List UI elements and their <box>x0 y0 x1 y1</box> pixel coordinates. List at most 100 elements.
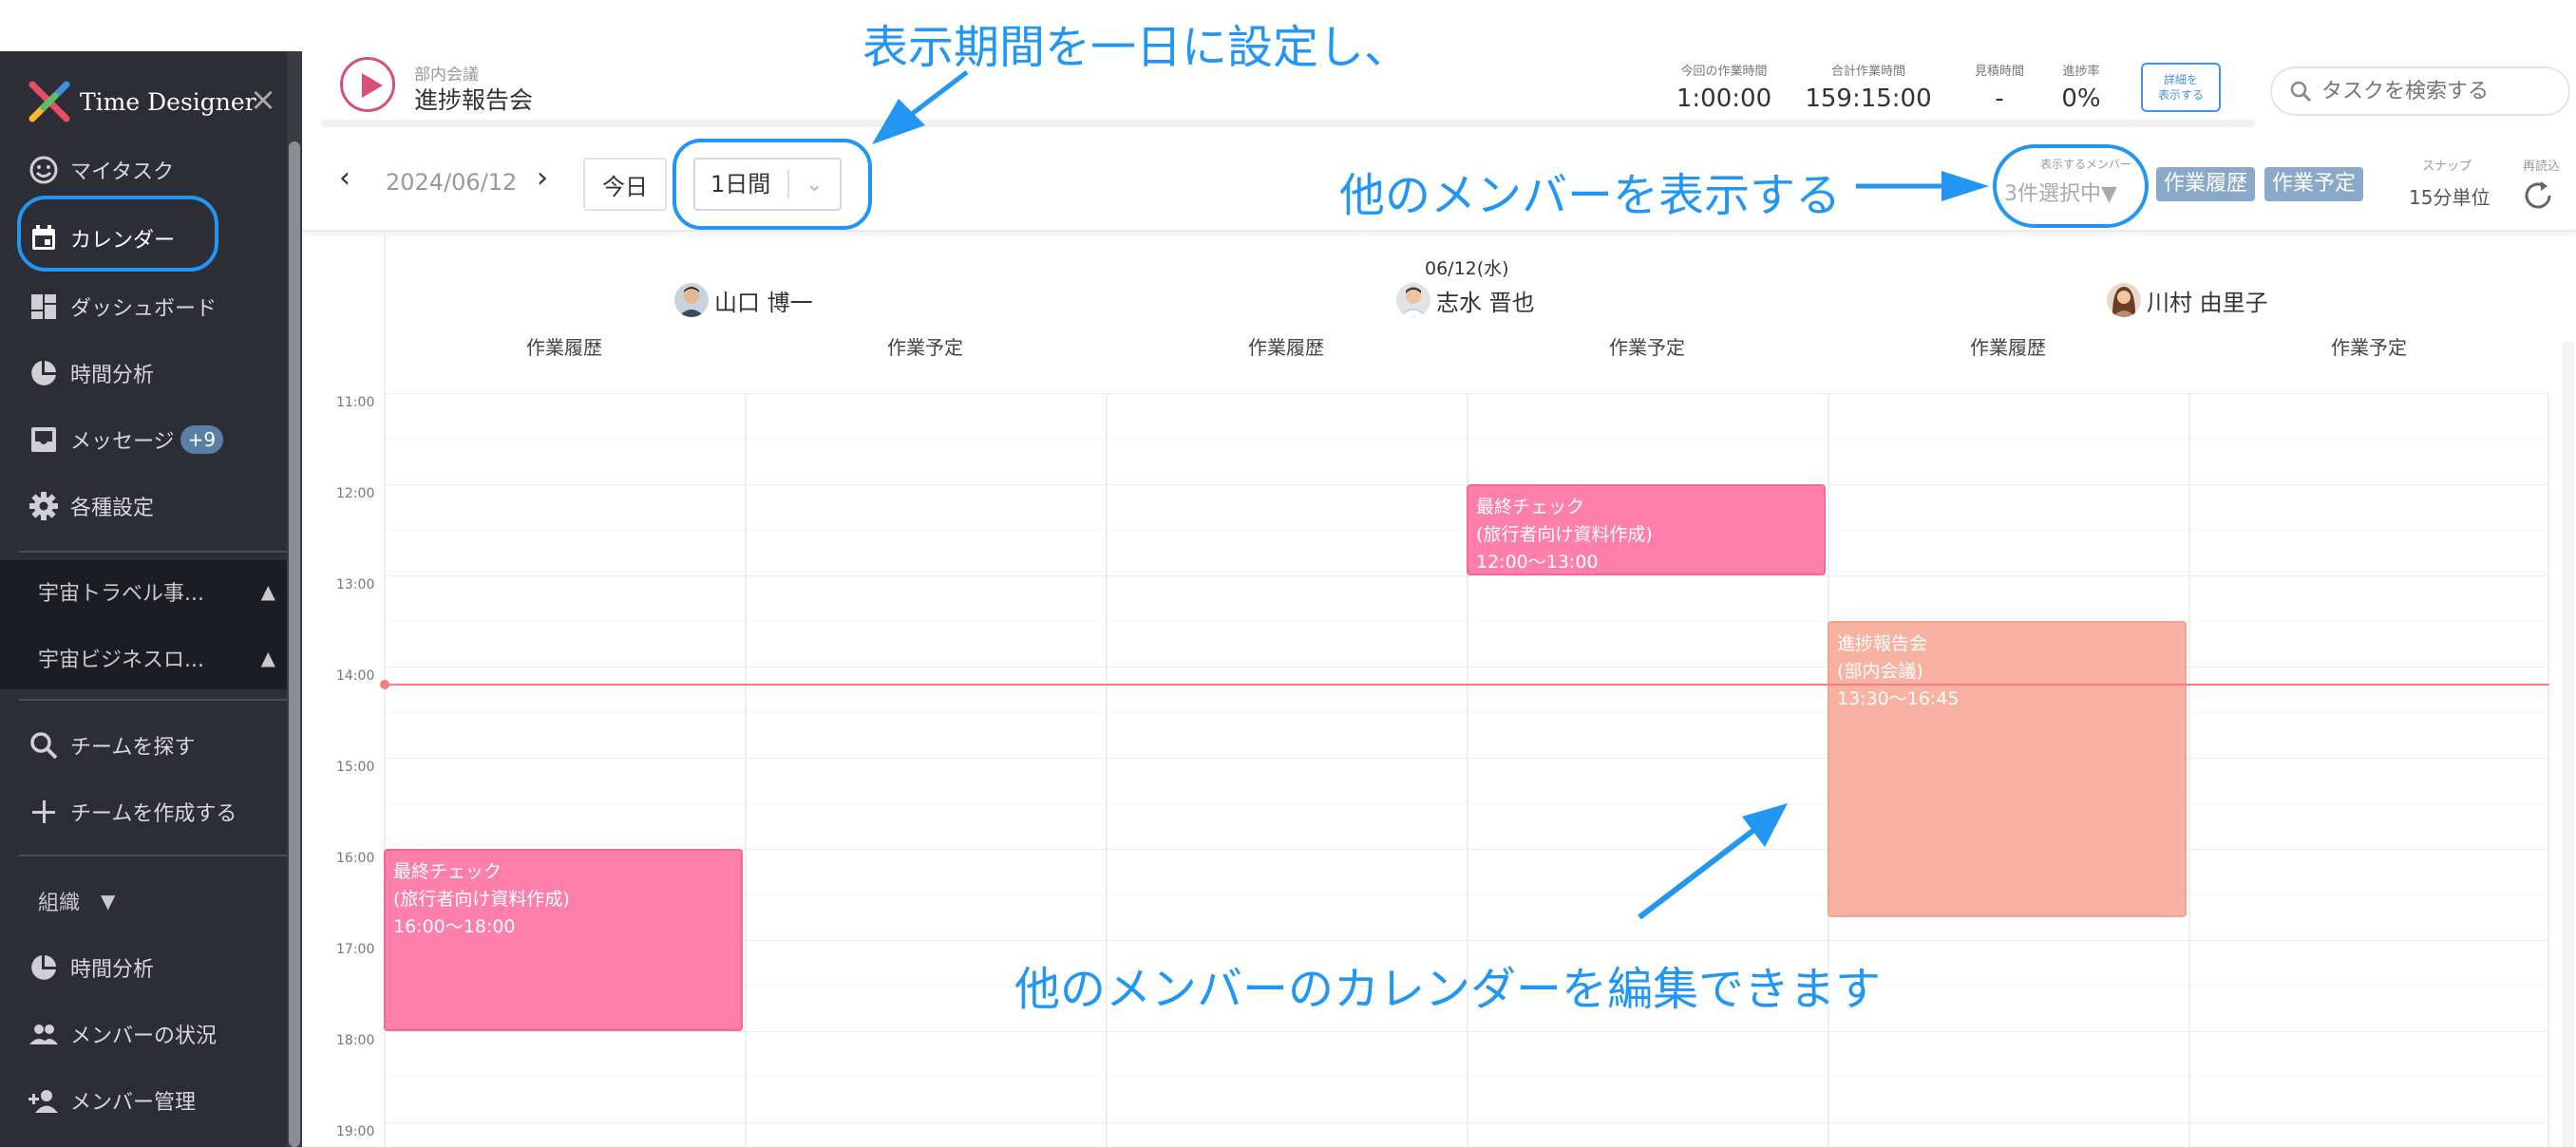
project-list: 宇宙トラベル事... ▲ 宇宙ビジネスロ... ▲ <box>0 560 287 689</box>
calendar-event[interactable]: 進捗報告会 (部内会議) 13:30〜16:45 <box>1828 621 2187 917</box>
column-divider <box>384 393 386 1147</box>
column-header-history: 作業履歴 <box>1970 336 2046 359</box>
sidebar-item-member-management[interactable]: メンバー管理 <box>27 1077 196 1124</box>
close-icon[interactable]: × <box>249 84 277 116</box>
event-title: 最終チェック <box>393 861 502 882</box>
sidebar-item-label: チームを作成する <box>70 802 237 826</box>
sidebar-item-member-status[interactable]: メンバーの状況 <box>27 1010 217 1058</box>
column-header-history: 作業履歴 <box>526 336 602 359</box>
sidebar-item-label: チームを探す <box>70 736 196 760</box>
sidebar-item-label: 各種設定 <box>70 497 155 520</box>
sidebar-project-1[interactable]: 宇宙トラベル事... ▲ <box>38 568 275 615</box>
member-name: 山口 博一 <box>714 289 813 316</box>
sidebar-item-messages[interactable]: メッセージ +9 <box>27 416 224 463</box>
annotation-members: 他のメンバーを表示する <box>1339 169 1842 222</box>
brand[interactable]: Time Designer <box>27 78 256 125</box>
member-header: 山口 博一 <box>674 281 813 319</box>
time-label: 17:00 <box>336 942 375 957</box>
sidebar-item-label: メッセージ <box>70 430 175 454</box>
chevron-up-icon[interactable]: ▲ <box>261 580 275 603</box>
event-title: 最終チェック <box>1476 497 1585 517</box>
event-project: (旅行者向け資料作成) <box>1476 524 1653 545</box>
stat-label: 合計作業時間 <box>1830 65 1905 79</box>
person-add-icon <box>27 1083 61 1118</box>
sidebar-scrollbar[interactable] <box>287 51 302 1147</box>
app-root: Time Designer × マイタスク カレンダー ダッシュボード 時間分析… <box>0 0 2576 1147</box>
dashboard-icon <box>27 290 61 324</box>
plus-icon <box>27 795 61 829</box>
sidebar-item-label: 時間分析 <box>70 958 155 982</box>
task-header: 部内会議 進捗報告会 今回の作業時間 1:00:00 合計作業時間 159:15… <box>302 51 2576 137</box>
task-progress-bar <box>321 120 2255 127</box>
toggle-work-plan[interactable]: 作業予定 <box>2264 167 2364 201</box>
annotation-period: 表示期間を一日に設定し、 <box>862 21 1411 74</box>
stat-value: 0% <box>2061 85 2101 113</box>
snap-select[interactable]: 15分単位 <box>2409 182 2490 210</box>
stat-value: 159:15:00 <box>1805 85 1932 113</box>
gear-icon <box>27 489 61 523</box>
show-details-button[interactable]: 詳細を 表示する <box>2141 63 2221 112</box>
task-search-box[interactable] <box>2270 66 2570 116</box>
sidebar-divider <box>19 551 287 553</box>
sidebar-item-my-tasks[interactable]: マイタスク <box>27 146 174 194</box>
sidebar-org-toggle[interactable]: 組織 ▼ <box>38 877 115 925</box>
project-label: 宇宙トラベル事... <box>38 582 204 606</box>
snap-label: スナップ <box>2422 160 2472 174</box>
stat-label: 進捗率 <box>2062 65 2100 79</box>
column-header-history: 作業履歴 <box>1248 336 1324 359</box>
column-divider <box>2188 393 2190 1147</box>
inbox-icon <box>27 423 61 457</box>
annotation-edit: 他のメンバーのカレンダーを編集できます <box>1014 963 1882 1016</box>
chevron-down-icon: ▼ <box>101 890 116 912</box>
event-time: 12:00〜13:00 <box>1476 552 1599 573</box>
toggle-work-history[interactable]: 作業履歴 <box>2156 167 2256 201</box>
calendar-scrollbar[interactable] <box>2563 342 2574 1147</box>
play-button[interactable] <box>340 57 395 112</box>
time-label: 18:00 <box>336 1033 375 1048</box>
current-date[interactable]: 2024/06/12 <box>386 169 517 196</box>
sidebar-item-settings[interactable]: 各種設定 <box>27 482 154 530</box>
time-label: 14:00 <box>336 668 375 684</box>
member-header: 志水 晋也 <box>1396 281 1535 319</box>
detail-button-line: 詳細を <box>2163 73 2198 86</box>
annotation-highlight-calendar <box>17 196 218 272</box>
today-button[interactable]: 今日 <box>583 158 667 211</box>
smiley-icon <box>27 153 61 187</box>
stat-total-time: 合計作業時間 159:15:00 <box>1788 61 1949 113</box>
sidebar-item-dashboard[interactable]: ダッシュボード <box>27 283 217 330</box>
reload-icon[interactable] <box>2521 179 2555 213</box>
task-search-input[interactable] <box>2321 79 2549 103</box>
column-header-plan: 作業予定 <box>2331 336 2407 359</box>
sidebar-item-time-analysis[interactable]: 時間分析 <box>27 349 154 397</box>
current-time-line <box>384 684 2549 686</box>
project-label: 宇宙ビジネスロ... <box>38 649 204 672</box>
calendar-event[interactable]: 最終チェック (旅行者向け資料作成) 16:00〜18:00 <box>384 849 743 1031</box>
member-header: 川村 由里子 <box>2107 281 2268 319</box>
calendar-event[interactable]: 最終チェック (旅行者向け資料作成) 12:00〜13:00 <box>1467 484 1826 575</box>
stat-value: 1:00:00 <box>1676 85 1772 113</box>
sidebar-item-label: 時間分析 <box>70 364 155 387</box>
chevron-up-icon[interactable]: ▲ <box>261 647 275 669</box>
event-project: (旅行者向け資料作成) <box>393 889 570 910</box>
avatar <box>674 283 709 317</box>
event-project: (部内会議) <box>1837 661 1923 682</box>
sidebar-scrollbar-thumb[interactable] <box>289 141 300 1147</box>
sidebar-project-2[interactable]: 宇宙ビジネスロ... ▲ <box>38 634 275 682</box>
sidebar-item-org-time-analysis[interactable]: 時間分析 <box>27 944 154 991</box>
brand-name: Time Designer <box>80 87 256 116</box>
member-name: 川村 由里子 <box>2147 289 2268 316</box>
event-title: 進捗報告会 <box>1837 633 1928 654</box>
gutter-divider <box>384 232 386 393</box>
time-label: 16:00 <box>336 851 375 866</box>
column-divider <box>745 393 747 1147</box>
people-icon <box>27 1017 61 1051</box>
sidebar-item-label: ダッシュボード <box>70 297 218 321</box>
search-icon <box>27 728 61 762</box>
sidebar-divider <box>19 699 287 701</box>
next-day-button[interactable]: › <box>528 164 557 194</box>
search-icon <box>2290 81 2312 103</box>
task-name: 進捗報告会 <box>414 86 534 114</box>
sidebar-item-create-team[interactable]: チームを作成する <box>27 788 237 836</box>
sidebar-item-find-team[interactable]: チームを探す <box>27 722 195 769</box>
prev-day-button[interactable]: ‹ <box>331 164 359 194</box>
